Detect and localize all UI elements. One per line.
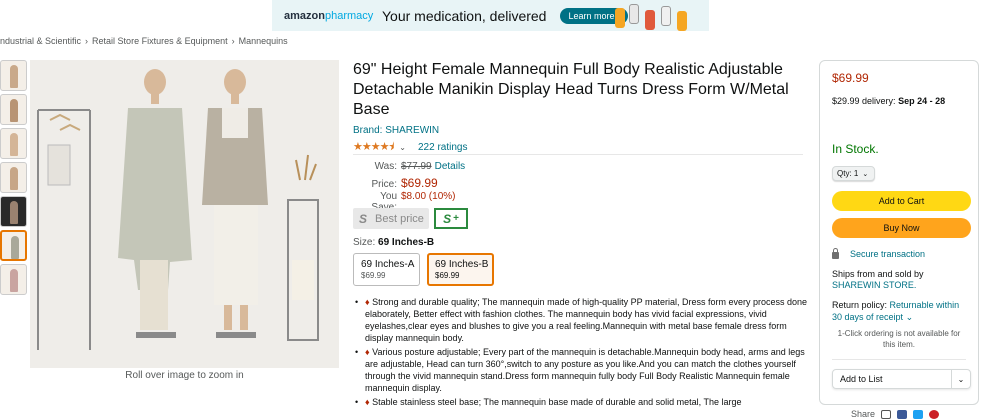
main-product-image[interactable] — [30, 60, 339, 368]
email-icon[interactable] — [881, 409, 892, 419]
bullet-marker-icon: ♦ — [365, 397, 370, 407]
zoom-hint: Roll over image to zoom in — [125, 370, 244, 381]
size-swatches: 69 Inches-A $69.99 69 Inches-B $69.99 — [353, 253, 501, 286]
s-plus-badge-icon[interactable]: S + — [434, 208, 468, 229]
list-item: ♦ Strong and durable quality; The manneq… — [355, 296, 807, 344]
divider — [832, 359, 966, 360]
buy-box: $69.99 $29.99 delivery: Sep 24 - 28 In S… — [819, 60, 979, 405]
secure-transaction-row[interactable]: Secure transaction — [832, 247, 966, 259]
pinterest-icon[interactable] — [929, 409, 940, 419]
buy-now-button[interactable]: Buy Now — [832, 218, 971, 238]
current-price: $69.99 — [401, 176, 438, 190]
quantity-value: Qty: 1 — [837, 169, 859, 178]
facebook-icon[interactable] — [897, 409, 908, 419]
chevron-down-icon[interactable]: ⌄ — [399, 143, 406, 152]
size-option-price: $69.99 — [435, 271, 460, 280]
twitter-icon[interactable] — [913, 409, 924, 419]
bullet-marker-icon: ♦ — [365, 297, 370, 307]
s-logo-icon: S — [359, 211, 368, 226]
stock-status: In Stock. — [832, 142, 879, 156]
savings-amount: $8.00 (10%) — [401, 191, 456, 202]
banner-headline: Your medication, delivered — [382, 7, 547, 24]
feature-bullets: ♦ Strong and durable quality; The manneq… — [355, 296, 807, 410]
ships-from-info: Ships from and sold by SHAREWIN STORE. — [832, 269, 966, 291]
best-price-badge: S Best price — [353, 208, 429, 229]
secure-transaction-link[interactable]: Secure transaction — [850, 249, 925, 259]
logo-pharmacy: pharmacy — [324, 9, 374, 22]
price-table: Was: $77.99 Details Price: $69.99 You Sa… — [353, 161, 466, 213]
best-price-label: Best price — [375, 212, 424, 225]
add-to-list-label[interactable]: Add to List — [833, 370, 951, 388]
seller-link[interactable]: SHAREWIN STORE. — [832, 280, 966, 291]
thumbnail-1[interactable] — [0, 60, 27, 91]
breadcrumb-retail-fixtures[interactable]: Retail Store Fixtures & Equipment — [92, 36, 228, 46]
share-label: Share — [851, 409, 876, 419]
thumbnail-3[interactable] — [0, 128, 27, 159]
ships-from-label: Ships from and sold by — [832, 269, 924, 279]
chevron-down-icon[interactable]: ⌄ — [951, 370, 970, 388]
breadcrumb-industrial[interactable]: ndustrial & Scientific — [0, 36, 81, 46]
divider — [353, 154, 803, 155]
ratings-count-link[interactable]: 222 ratings — [418, 142, 467, 153]
chevron-down-icon: ⌄ — [862, 170, 869, 178]
size-option-a[interactable]: 69 Inches-A $69.99 — [353, 253, 420, 286]
price-label: Price: — [371, 179, 397, 190]
brand-link[interactable]: Brand: SHAREWIN — [353, 125, 439, 136]
price-badges: S Best price S + — [353, 208, 468, 229]
thumbnail-7[interactable] — [0, 264, 27, 295]
mannequins-photo — [30, 60, 339, 368]
quantity-select[interactable]: Qty: 1 ⌄ — [832, 166, 875, 181]
breadcrumb-mannequins[interactable]: Mannequins — [239, 36, 288, 46]
return-policy-label: Return policy: — [832, 300, 888, 310]
list-item: ♦ Stable stainless steel base; The manne… — [355, 396, 807, 408]
thumbnail-strip — [0, 60, 27, 298]
was-price: $77.99 — [401, 161, 432, 172]
delivery-info: $29.99 delivery: Sep 24 - 28 — [832, 96, 966, 106]
thumbnail-2[interactable] — [0, 94, 27, 125]
thumbnail-6[interactable] — [0, 230, 27, 261]
size-label: Size: — [353, 237, 376, 248]
delivery-cost: $29.99 delivery: — [832, 96, 896, 106]
logo-amazon: amazon — [284, 9, 325, 22]
size-option-name: 69 Inches-B — [435, 259, 489, 270]
product-title: 69" Height Female Mannequin Full Body Re… — [353, 61, 789, 118]
list-item: ♦ Various posture adjustable; Every part… — [355, 346, 807, 394]
size-option-name: 69 Inches-A — [361, 259, 415, 270]
chevron-down-icon[interactable]: ⌄ — [906, 312, 914, 322]
size-option-b[interactable]: 69 Inches-B $69.99 — [427, 253, 494, 286]
return-policy: Return policy: Returnable within 30 days… — [832, 299, 966, 323]
pharmacy-banner-ad[interactable]: amazonpharmacy Your medication, delivere… — [272, 0, 709, 31]
thumbnail-5[interactable] — [0, 196, 27, 227]
lock-icon — [832, 247, 839, 259]
buybox-price: $69.99 — [832, 71, 869, 85]
bullet-marker-icon: ♦ — [365, 347, 370, 357]
delivery-dates: Sep 24 - 28 — [898, 96, 946, 106]
was-label: Was: — [374, 161, 397, 172]
share-row: Share — [851, 409, 940, 419]
breadcrumb: ndustrial & Scientific › Retail Store Fixt… — [0, 36, 288, 46]
size-selected: 69 Inches-B — [378, 237, 435, 248]
price-details-link[interactable]: Details — [435, 161, 466, 172]
one-click-note: 1-Click ordering is not available for th… — [837, 329, 961, 349]
thumbnail-4[interactable] — [0, 162, 27, 193]
add-to-list-button[interactable]: Add to List ⌄ — [832, 369, 971, 389]
add-to-cart-button[interactable]: Add to Cart — [832, 191, 971, 211]
amazon-pharmacy-logo: amazonpharmacy — [284, 9, 373, 22]
size-label-row: Size: 69 Inches-B — [353, 237, 434, 248]
size-option-price: $69.99 — [361, 271, 386, 280]
medication-bottles-image — [611, 2, 697, 31]
